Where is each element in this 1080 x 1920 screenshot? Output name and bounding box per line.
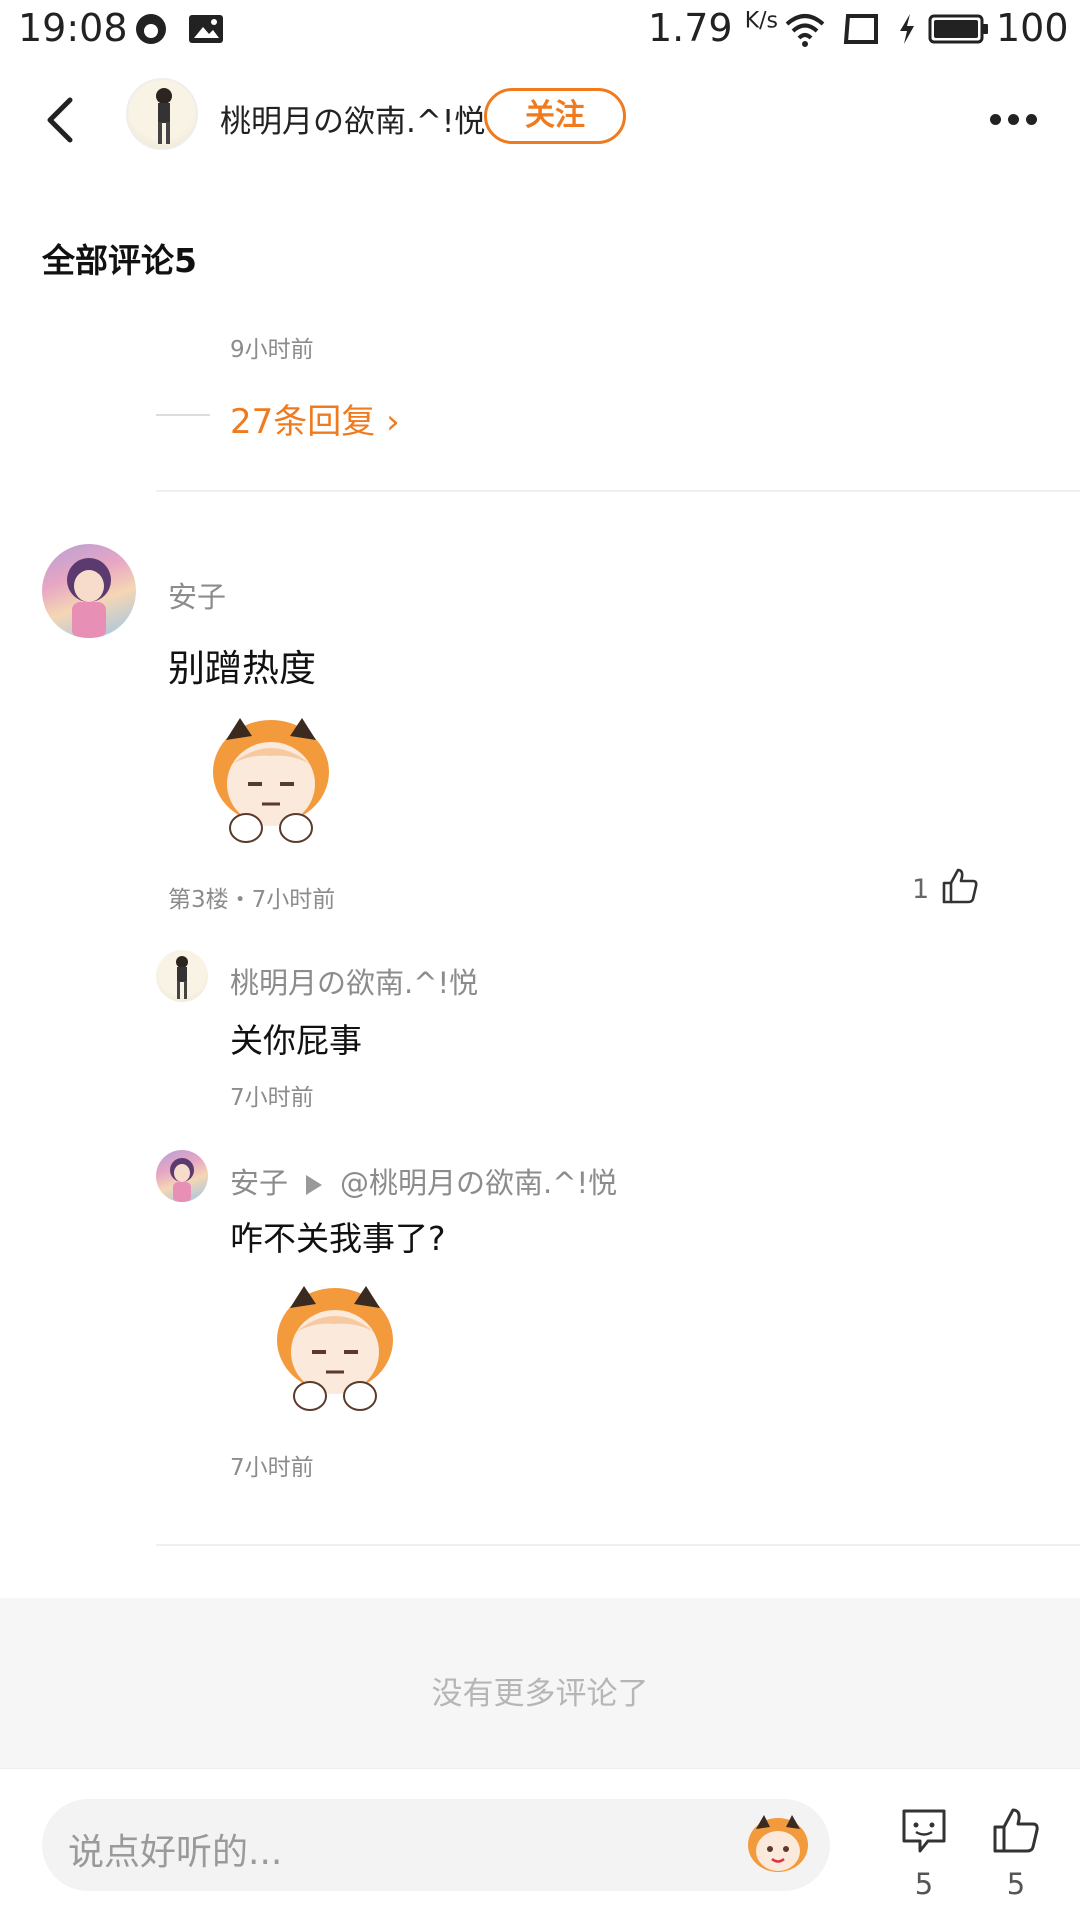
comment-time: 9小时前 (230, 337, 314, 363)
comment-text: 别蹭热度 (168, 647, 316, 690)
divider (156, 490, 1080, 492)
comment-icon[interactable] (898, 1805, 950, 1857)
emoji-icon[interactable] (742, 1809, 814, 1881)
comment-count: 5 (914, 1867, 934, 1901)
chevron-right-icon: › (386, 402, 400, 442)
thumbs-up-icon[interactable] (990, 1805, 1042, 1857)
like-count: 5 (1006, 1867, 1026, 1901)
reply-time: 7小时前 (230, 1085, 314, 1111)
network-speed: 1.79 K/s (648, 6, 779, 50)
comment-input[interactable]: 说点好听的... (42, 1799, 830, 1891)
battery-icon (928, 14, 988, 44)
reply-text: 咋不关我事了? (230, 1219, 446, 1258)
comment-input-placeholder: 说点好听的... (68, 1832, 283, 1873)
avatar[interactable] (126, 78, 198, 150)
follow-button[interactable]: 关注 (484, 88, 626, 144)
more-icon[interactable] (990, 110, 1046, 126)
bottom-bar: 说点好听的... 5 5 (0, 1768, 1080, 1920)
reply-text: 关你屁事 (230, 1021, 362, 1060)
image-notification-icon (189, 15, 223, 43)
header-username[interactable]: 桃明月の欲南.^!悦 (220, 96, 485, 141)
thumbs-up-icon[interactable] (940, 866, 980, 906)
charging-icon (900, 14, 914, 44)
comment-meta: 第3楼・7小时前 (168, 887, 336, 913)
wifi-icon (785, 14, 825, 47)
sticker-image (213, 718, 329, 843)
top-bar: 桃明月の欲南.^!悦 关注 (0, 60, 1080, 170)
battery-percent: 100 (996, 6, 1069, 50)
comment-username[interactable]: 安子 (168, 574, 226, 616)
avatar[interactable] (42, 544, 136, 638)
divider (156, 1544, 1080, 1546)
reply-arrow-icon (306, 1175, 323, 1195)
reply-username[interactable]: 安子 @桃明月の欲南.^!悦 (230, 1160, 617, 1202)
reply-username[interactable]: 桃明月の欲南.^!悦 (230, 960, 478, 1002)
reply-time: 7小时前 (230, 1455, 314, 1481)
like-count: 1 (912, 874, 930, 905)
comments-title: 全部评论5 (42, 241, 197, 280)
sticker-image (277, 1286, 393, 1411)
avatar[interactable] (156, 1150, 208, 1202)
back-arrow-icon[interactable] (36, 90, 86, 150)
view-replies-link[interactable]: 27条回复 › (230, 394, 400, 443)
status-bar: 19:08 1.79 K/s 100 (0, 0, 1080, 60)
screen-rotation-icon (843, 14, 878, 44)
avatar[interactable] (156, 950, 208, 1002)
divider-short (156, 414, 210, 416)
status-time: 19:08 (18, 6, 128, 50)
app-notification-icon (136, 14, 166, 44)
reply-to-mention[interactable]: @桃明月の欲南.^!悦 (340, 1166, 617, 1200)
no-more-text: 没有更多评论了 (431, 1676, 649, 1712)
